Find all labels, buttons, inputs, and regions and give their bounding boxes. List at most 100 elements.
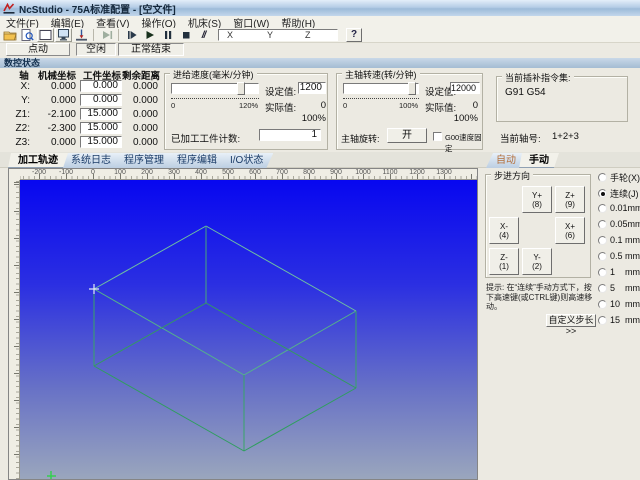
radio-icon bbox=[598, 219, 607, 229]
axis-x-label: X bbox=[227, 30, 234, 40]
back-to-origin-icon[interactable] bbox=[73, 28, 90, 42]
spindle-speed-group: 主轴转速(转/分钟) 0 100% 设定值: 12000 实际值: 0 100%… bbox=[336, 68, 483, 153]
menu-bar: 文件(F) 编辑(E) 查看(V) 操作(O) 机床(S) 窗口(W) 帮助(H… bbox=[0, 16, 640, 30]
simulate-preview-icon[interactable] bbox=[19, 28, 36, 42]
axis-name: Z3: bbox=[15, 137, 30, 148]
work-coord-field[interactable]: 15.000 bbox=[80, 108, 122, 120]
show-trace-window-icon[interactable] bbox=[55, 28, 72, 42]
ruler-label: 900 bbox=[330, 169, 342, 176]
ruler-label: 400 bbox=[195, 169, 207, 176]
interp-title: 当前插补指令集: bbox=[502, 71, 574, 84]
ruler-label: 800 bbox=[303, 169, 315, 176]
feed-rate-title: 进给速度(毫米/分钟) bbox=[170, 68, 257, 81]
col-axis: 轴 bbox=[19, 71, 29, 82]
spindle-actual-value: 0 bbox=[472, 100, 478, 111]
toolpath-viewport: -200 -100 0 100 200 300 400 500 600 700 … bbox=[8, 168, 478, 480]
radio-icon bbox=[598, 203, 607, 213]
tab-program-manager[interactable]: 程序管理 bbox=[114, 153, 174, 168]
step-option-0-01mm[interactable]: 0.01mm bbox=[598, 203, 640, 213]
machine-coord: 0.000 bbox=[50, 137, 76, 148]
ruler-label: 200 bbox=[141, 169, 153, 176]
open-file-icon[interactable] bbox=[1, 28, 18, 42]
radio-icon bbox=[598, 267, 607, 277]
g00-fixed-checkbox[interactable] bbox=[433, 132, 442, 141]
tab-manual[interactable]: 手动 bbox=[519, 153, 559, 168]
tab-program-editor[interactable]: 程序编辑 bbox=[167, 153, 227, 168]
jog-y-minus-button[interactable]: Y- (2) bbox=[522, 248, 552, 275]
step-option-handwheel[interactable]: 手轮(X) bbox=[598, 171, 640, 184]
jog-x-plus-button[interactable]: X+ (6) bbox=[555, 217, 585, 244]
ruler-label: 700 bbox=[276, 169, 288, 176]
show-machine-window-icon[interactable] bbox=[37, 28, 54, 42]
work-coord-field[interactable]: 15.000 bbox=[80, 136, 122, 148]
work-coord-field[interactable]: 0.000 bbox=[80, 80, 122, 92]
work-coord-field[interactable]: 0.000 bbox=[80, 94, 122, 106]
col-remain: 剩余距离 bbox=[122, 71, 161, 82]
step-option-10mm[interactable]: 10 mm bbox=[598, 299, 640, 309]
machine-coord: 0.000 bbox=[50, 95, 76, 106]
ruler-label: -200 bbox=[31, 169, 47, 176]
tab-io-status[interactable]: I/O状态 bbox=[220, 153, 273, 168]
step-option-0-1mm[interactable]: 0.1 mm bbox=[598, 235, 640, 245]
axis-z-label: Z bbox=[305, 30, 311, 40]
axis-no-label: 当前轴号: bbox=[500, 134, 541, 145]
remain-dist: 0.000 bbox=[132, 81, 158, 92]
ncstudio-window: NcStudio - 75A标准配置 - [空文件] 文件(F) 编辑(E) 查… bbox=[0, 0, 640, 480]
machine-coord: -2.100 bbox=[47, 109, 76, 120]
start-icon[interactable] bbox=[141, 28, 158, 42]
radio-icon bbox=[598, 283, 607, 293]
spindle-scale-max: 100% bbox=[399, 101, 419, 110]
jog-z-plus-button[interactable]: Z+ (9) bbox=[555, 186, 585, 213]
advanced-start-icon[interactable] bbox=[123, 28, 140, 42]
axis-y-label: Y bbox=[267, 30, 274, 40]
toolbar-separator bbox=[118, 29, 119, 41]
operation-mode-indicator: 点动 bbox=[6, 43, 70, 56]
coordinate-table: 轴 机械坐标 工件坐标 剩余距离 X: 0.000 0.000 0.000 Y:… bbox=[2, 68, 160, 152]
stop-icon[interactable] bbox=[177, 28, 194, 42]
feed-rate-group: 进给速度(毫米/分钟) 0 120% 设定值: 1200 实际值: 0 100%… bbox=[164, 68, 328, 150]
ruler-label: 1000 bbox=[355, 169, 371, 176]
single-block-icon[interactable] bbox=[98, 28, 115, 42]
cnc-status-header: 数控状态 bbox=[0, 58, 640, 68]
interp-command-group: 当前插补指令集: G91 G54 bbox=[496, 71, 628, 122]
machine-state-indicator: 空闲 bbox=[76, 43, 116, 56]
axis-select-box[interactable]: X Y Z bbox=[218, 29, 338, 41]
tab-toolpath[interactable]: 加工轨迹 bbox=[8, 153, 68, 168]
step-option-0-5mm[interactable]: 0.5 mm bbox=[598, 251, 640, 261]
feed-set-value-field[interactable]: 1200 bbox=[298, 82, 326, 94]
step-option-15mm[interactable]: 15 mm bbox=[598, 315, 640, 325]
radio-icon bbox=[598, 315, 607, 325]
spindle-on-button[interactable]: 开 bbox=[387, 128, 427, 143]
spindle-override-thumb[interactable] bbox=[408, 82, 416, 95]
toolpath-canvas[interactable] bbox=[20, 180, 477, 479]
ruler-vertical bbox=[9, 180, 20, 479]
ruler-label: 100 bbox=[114, 169, 126, 176]
step-option-1mm[interactable]: 1 mm bbox=[598, 267, 640, 277]
pause-icon[interactable] bbox=[159, 28, 176, 42]
remain-dist: 0.000 bbox=[132, 95, 158, 106]
workpiece-count-field[interactable]: 1 bbox=[259, 129, 321, 141]
step-option-5mm[interactable]: 5 mm bbox=[598, 283, 640, 293]
jog-y-plus-button[interactable]: Y+ (8) bbox=[522, 186, 552, 213]
jog-x-minus-button[interactable]: X- (4) bbox=[489, 217, 519, 244]
spindle-override-percent: 100% bbox=[453, 113, 478, 124]
window-title: NcStudio - 75A标准配置 - [空文件] bbox=[19, 4, 176, 16]
feed-scale-min: 0 bbox=[171, 101, 176, 110]
jog-group-title: 步进方向 bbox=[491, 169, 534, 182]
custom-step-button[interactable]: 自定义步长>> bbox=[546, 314, 596, 336]
jog-z-minus-button[interactable]: Z- (1) bbox=[489, 248, 519, 275]
step-option-continuous[interactable]: 连续(J) bbox=[598, 187, 639, 200]
feed-override-thumb[interactable] bbox=[237, 82, 245, 95]
axis-no-value: 1+2+3 bbox=[552, 131, 579, 142]
axis-name: Z2: bbox=[15, 123, 30, 134]
remain-dist: 0.000 bbox=[132, 123, 158, 134]
tab-system-log[interactable]: 系统日志 bbox=[61, 153, 121, 168]
help-button[interactable]: ? bbox=[346, 28, 362, 42]
remain-dist: 0.000 bbox=[132, 137, 158, 148]
breakpoint-resume-icon[interactable]: // bbox=[195, 28, 212, 42]
feed-override-slider[interactable] bbox=[171, 83, 259, 94]
spindle-set-value-field[interactable]: 12000 bbox=[450, 82, 480, 94]
work-coord-field[interactable]: 15.000 bbox=[80, 122, 122, 134]
axis-name: Y: bbox=[21, 95, 30, 106]
step-option-0-05mm[interactable]: 0.05mm bbox=[598, 219, 640, 229]
